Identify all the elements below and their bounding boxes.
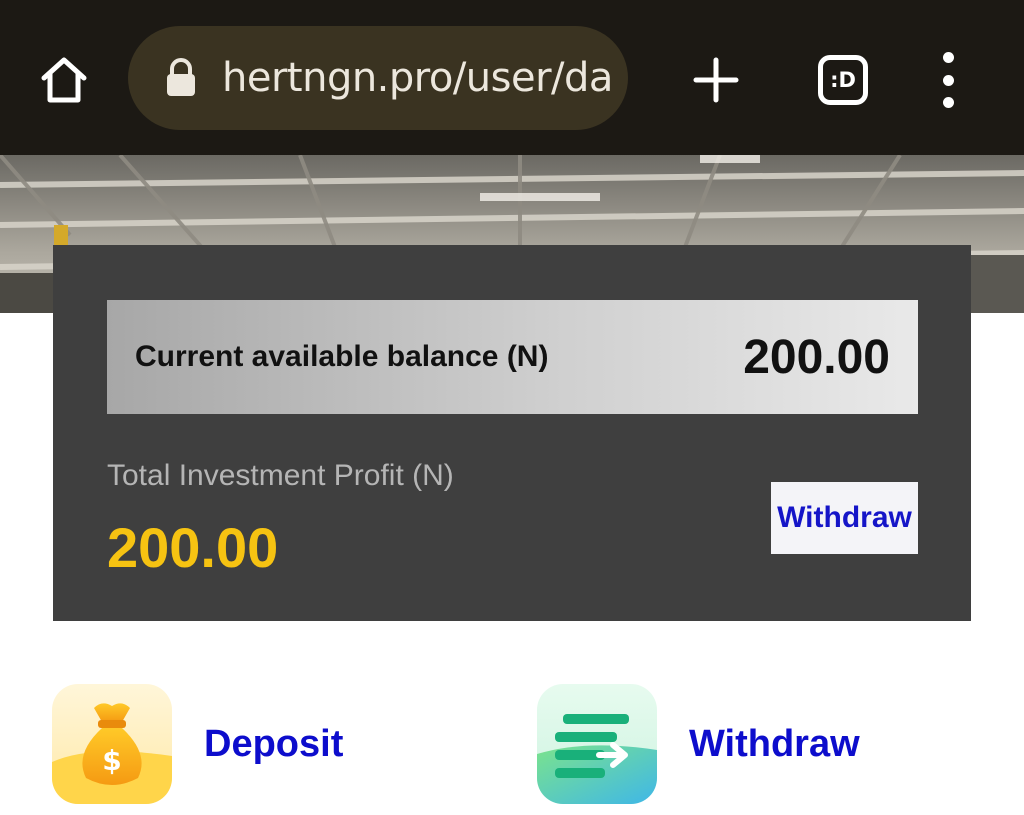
available-balance-box: Current available balance (N) 200.00 (107, 300, 918, 414)
available-balance-label: Current available balance (N) (135, 340, 549, 373)
tabs-switcher-icon: :D (830, 68, 856, 92)
lock-icon (167, 58, 195, 96)
money-bag-icon: $ (52, 684, 172, 804)
svg-text:$: $ (102, 744, 121, 777)
more-vert-icon[interactable] (928, 52, 968, 108)
withdraw-label: Withdraw (689, 722, 860, 765)
url-text: hertngn.pro/user/da (222, 55, 613, 101)
balance-card: Current available balance (N) 200.00 Tot… (53, 245, 971, 621)
deposit-label: Deposit (204, 722, 344, 765)
withdraw-action[interactable]: Withdraw (537, 683, 860, 805)
home-button[interactable] (34, 50, 94, 110)
tabs-switcher-button[interactable]: :D (818, 55, 868, 105)
home-icon (41, 57, 87, 103)
browser-toolbar: hertngn.pro/user/da :D (0, 0, 1024, 155)
available-balance-value: 200.00 (743, 330, 890, 384)
address-bar[interactable]: hertngn.pro/user/da (128, 26, 628, 130)
deposit-action[interactable]: $ Deposit (52, 683, 343, 805)
withdraw-profit-button[interactable]: Withdraw (771, 482, 918, 554)
transfer-arrow-icon (537, 684, 657, 804)
new-tab-button[interactable] (684, 48, 748, 112)
investment-profit-label: Total Investment Profit (N) (107, 459, 454, 492)
investment-profit-value: 200.00 (107, 516, 279, 579)
plus-icon (693, 57, 739, 103)
